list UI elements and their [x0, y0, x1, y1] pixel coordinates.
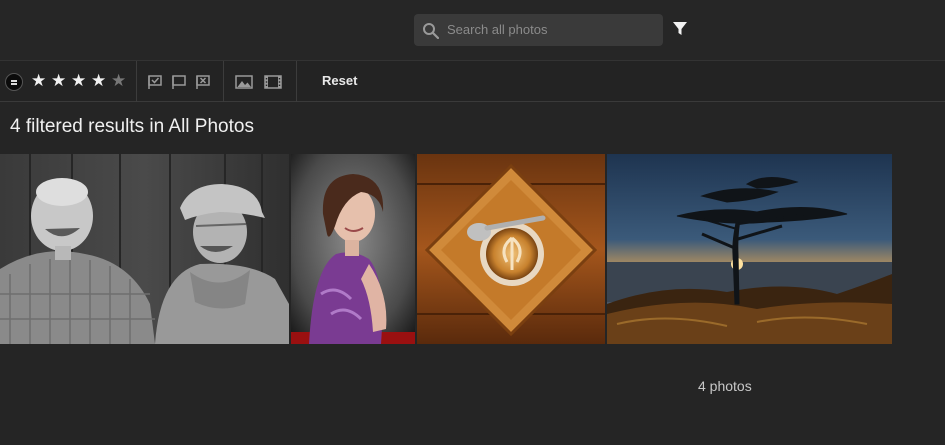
photo-thumbnail[interactable] — [417, 154, 605, 344]
unflagged-icon[interactable] — [171, 74, 187, 90]
filter-toolbar: ★ ★ ★ ★ ★ Reset — [0, 60, 945, 102]
photo-two-men — [0, 154, 289, 344]
divider — [296, 61, 297, 102]
photo-tree-sunset — [607, 154, 892, 344]
divider — [223, 61, 224, 102]
photo-type-icon[interactable] — [235, 74, 253, 90]
photo-count: 4 photos — [698, 378, 752, 394]
star-icon[interactable]: ★ — [51, 72, 67, 90]
photo-latte — [417, 154, 605, 344]
search-icon — [423, 23, 439, 39]
equals-icon[interactable] — [5, 73, 23, 91]
photo-thumbnail[interactable] — [0, 154, 289, 344]
rejected-flag-icon[interactable] — [195, 74, 211, 90]
star-icon[interactable]: ★ — [31, 72, 47, 90]
star-icon[interactable]: ★ — [71, 72, 87, 90]
star-empty-icon[interactable]: ★ — [111, 72, 127, 90]
search-input[interactable]: Search all photos — [447, 22, 547, 37]
photo-thumbnail[interactable] — [607, 154, 892, 344]
top-bar: Search all photos — [0, 0, 945, 60]
video-type-icon[interactable] — [264, 74, 282, 90]
divider — [136, 61, 137, 102]
reset-button[interactable]: Reset — [322, 73, 357, 88]
photo-girl-portrait — [291, 154, 415, 344]
funnel-icon[interactable] — [672, 21, 688, 37]
search-box[interactable]: Search all photos — [414, 14, 663, 46]
results-heading: 4 filtered results in All Photos — [10, 116, 254, 137]
photo-thumbnail[interactable] — [291, 154, 415, 344]
picked-flag-icon[interactable] — [147, 74, 163, 90]
star-icon[interactable]: ★ — [91, 72, 107, 90]
